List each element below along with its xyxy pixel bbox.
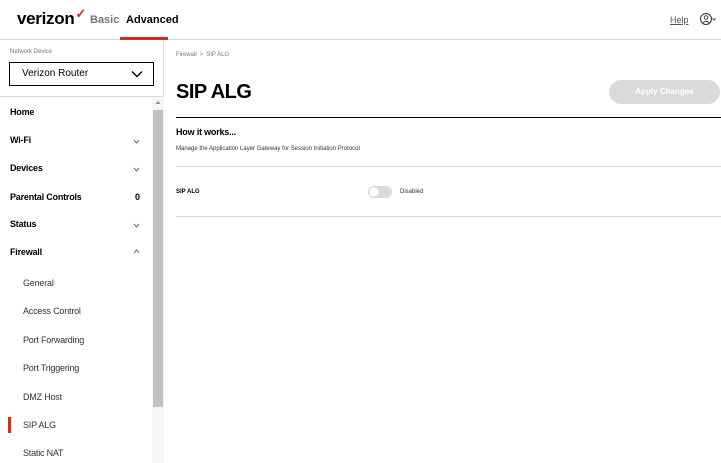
breadcrumb-firewall[interactable]: Firewall xyxy=(176,52,197,58)
tab-basic[interactable]: Basic xyxy=(90,14,119,26)
chevron-up-icon xyxy=(133,249,140,254)
sidebar-subitem-access-control[interactable]: Access Control xyxy=(0,297,152,325)
scrollbar-thumb[interactable] xyxy=(153,110,163,407)
top-nav-bar: verizon✓ Basic Advanced Help xyxy=(0,0,721,40)
chevron-down-icon xyxy=(133,223,140,228)
sidebar-item-status[interactable]: Status xyxy=(0,210,152,238)
active-tab-indicator xyxy=(120,37,168,40)
sidebar-subitem-label: SIP ALG xyxy=(23,420,56,430)
sidebar-item-firewall[interactable]: Firewall xyxy=(0,238,152,266)
page-title: SIP ALG xyxy=(176,81,252,103)
breadcrumb-current: SIP ALG xyxy=(206,52,230,58)
sidebar-subitem-sip-alg[interactable]: SIP ALG xyxy=(0,410,152,438)
sidebar-subitem-port-triggering[interactable]: Port Triggering xyxy=(0,354,152,382)
sidebar-subitem-label: Static NAT xyxy=(23,448,64,458)
sidebar-subitem-static-nat[interactable]: Static NAT xyxy=(0,439,152,463)
sidebar-item-label: Devices xyxy=(10,163,43,173)
chevron-down-icon xyxy=(133,139,140,144)
how-it-works-description: Manage the Application Layer Gateway for… xyxy=(176,146,360,152)
sidebar-item-wifi[interactable]: Wi-Fi xyxy=(0,126,152,154)
network-device-value: Verizon Router xyxy=(22,68,89,79)
sidebar-subitem-general[interactable]: General xyxy=(0,268,152,296)
row-divider xyxy=(176,216,721,217)
section-divider xyxy=(176,117,721,118)
row-divider xyxy=(176,166,721,167)
sidebar-subitem-port-forwarding[interactable]: Port Forwarding xyxy=(0,325,152,353)
how-it-works-title: How it works... xyxy=(176,127,237,137)
sip-alg-toggle[interactable] xyxy=(368,186,392,198)
toggle-knob xyxy=(369,187,379,197)
chevron-down-icon xyxy=(133,167,140,172)
chevron-down-icon xyxy=(131,71,143,78)
active-item-indicator xyxy=(8,417,11,433)
scroll-up-icon[interactable] xyxy=(155,100,161,105)
breadcrumb: Firewall > SIP ALG xyxy=(176,52,229,58)
apply-changes-button[interactable]: Apply Changes xyxy=(609,80,720,104)
sidebar-item-home[interactable]: Home xyxy=(0,97,152,125)
sip-alg-status: Disabled xyxy=(400,189,424,195)
sidebar-item-label: Parental Controls xyxy=(10,192,82,202)
sidebar-subitem-label: Access Control xyxy=(23,306,81,316)
verizon-logo[interactable]: verizon✓ xyxy=(17,6,87,29)
sidebar-item-label: Firewall xyxy=(10,247,42,257)
sidebar-subitem-label: DMZ Host xyxy=(23,392,62,402)
user-icon[interactable] xyxy=(700,12,716,26)
sidebar-subitem-label: General xyxy=(23,278,54,288)
sidebar-item-label: Home xyxy=(10,107,35,117)
logo-check-icon: ✓ xyxy=(75,6,87,21)
sidebar-subitem-dmz-host[interactable]: DMZ Host xyxy=(0,382,152,410)
sidebar-subitem-label: Port Triggering xyxy=(23,363,80,373)
breadcrumb-separator: > xyxy=(199,52,204,58)
sidebar-item-parental-controls[interactable]: Parental Controls 0 xyxy=(0,182,152,210)
network-device-select[interactable]: Verizon Router xyxy=(9,62,154,86)
help-link[interactable]: Help xyxy=(670,15,689,25)
network-device-label: Network Device xyxy=(10,49,53,55)
parental-controls-count: 0 xyxy=(134,192,140,202)
sidebar-subitem-label: Port Forwarding xyxy=(23,335,85,345)
tab-advanced[interactable]: Advanced xyxy=(126,14,179,26)
sidebar: Network Device Verizon Router Home Wi-Fi… xyxy=(0,41,164,463)
sidebar-item-label: Status xyxy=(10,219,37,229)
sip-alg-setting-label: SIP ALG xyxy=(176,189,200,195)
sidebar-item-label: Wi-Fi xyxy=(10,135,31,145)
sidebar-item-devices[interactable]: Devices xyxy=(0,154,152,182)
